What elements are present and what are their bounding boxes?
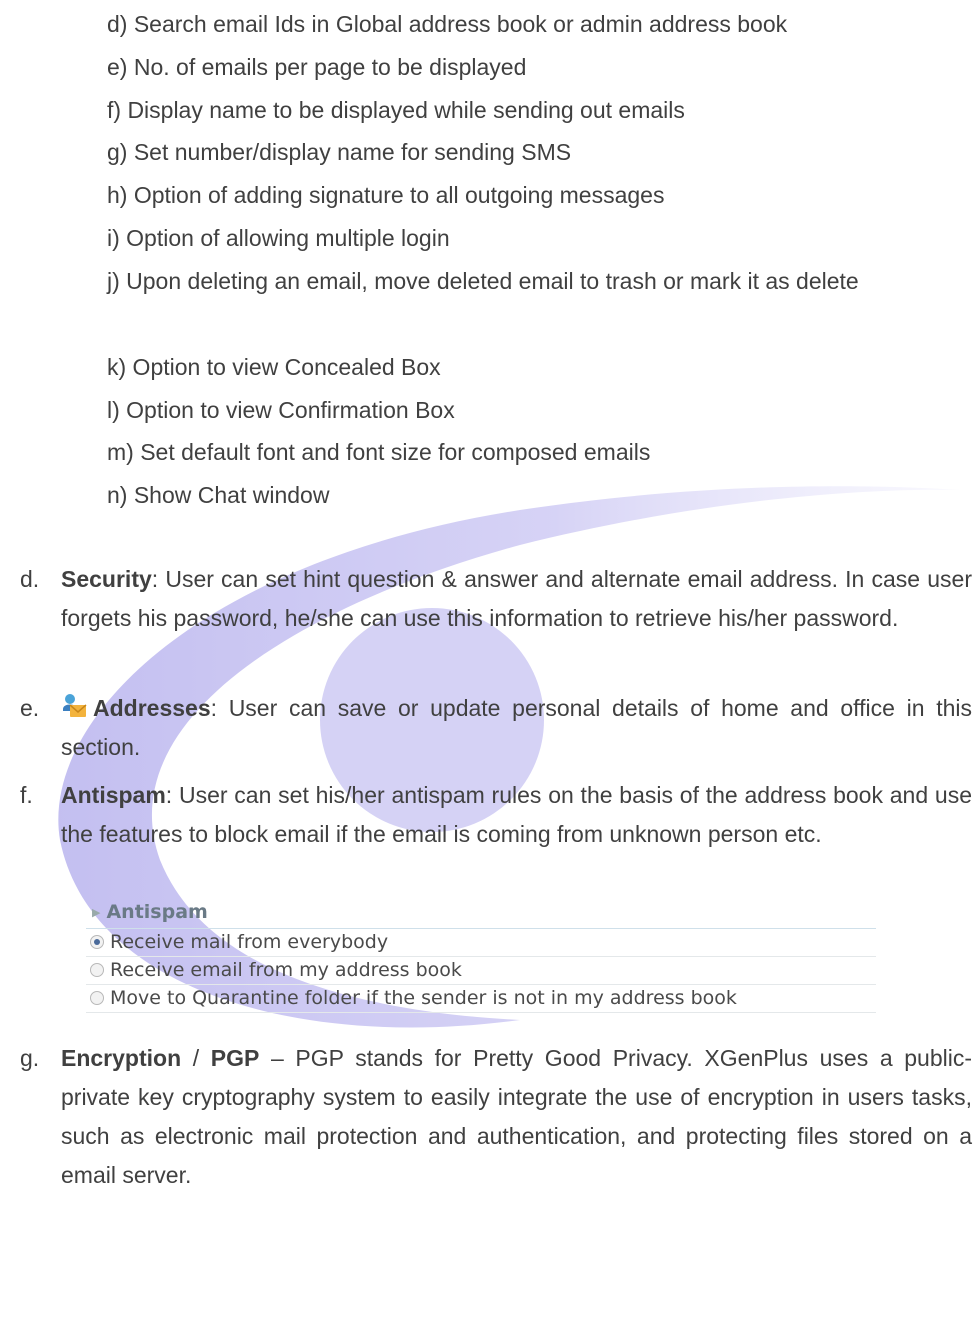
sub-item-n: n) Show Chat window [107,482,330,508]
antispam-panel-header: ▶ Antispam [86,898,876,929]
term-security: Security [61,566,152,592]
sub-item-m: m) Set default font and font size for co… [107,439,651,465]
item-letter: g. [20,1045,40,1071]
sub-item-k: k) Option to view Concealed Box [107,354,441,380]
item-antispam-text: f. Antispam: User can set his/her antisp… [20,776,972,854]
sub-item-g: g) Set number/display name for sending S… [107,139,572,165]
item-letter: e. [20,695,40,721]
sub-item-l: l) Option to view Confirmation Box [107,397,455,423]
radio-selected-icon[interactable] [90,935,104,949]
sub-item-i: i) Option of allowing multiple login [107,225,450,251]
sub-item-h: h) Option of adding signature to all out… [107,182,665,208]
antispam-panel-title: Antispam [106,901,208,923]
term-addresses: Addresses [93,695,211,721]
item-text: : User can set his/her antispam rules on… [61,782,972,847]
term-antispam: Antispam [61,782,166,808]
radio-icon[interactable] [90,963,104,977]
item-addresses: e. Addresses: User can save or update pe… [20,689,972,767]
expand-arrow-icon: ▶ [92,906,101,919]
item-letter: f. [20,782,33,808]
sub-item-d: d) Search email Ids in Global address bo… [107,11,788,37]
sub-item-e: e) No. of emails per page to be displaye… [107,54,527,80]
item-encryption: g. Encryption / PGP – PGP stands for Pre… [20,1039,972,1195]
term-encryption: Encryption [61,1045,182,1071]
antispam-panel: ▶ Antispam Receive mail from everybody Re… [86,898,876,1013]
antispam-option[interactable]: Receive mail from everybody [86,929,876,957]
address-book-mail-icon [61,692,87,718]
antispam-option[interactable]: Receive email from my address book [86,957,876,985]
antispam-option-label: Receive email from my address book [110,959,462,981]
item-security: d. Security: User can set hint question … [20,560,972,638]
antispam-option[interactable]: Move to Quarantine folder if the sender … [86,985,876,1013]
item-letter: d. [20,566,40,592]
radio-icon[interactable] [90,991,104,1005]
term-pgp: PGP [210,1045,260,1071]
antispam-option-label: Move to Quarantine folder if the sender … [110,987,737,1009]
sub-item-j: j) Upon deleting an email, move deleted … [107,268,859,294]
sub-item-f: f) Display name to be displayed while se… [107,97,685,123]
item-text: : User can set hint question & answer an… [61,566,972,631]
term-separator: / [181,1045,211,1071]
antispam-option-label: Receive mail from everybody [110,931,389,953]
